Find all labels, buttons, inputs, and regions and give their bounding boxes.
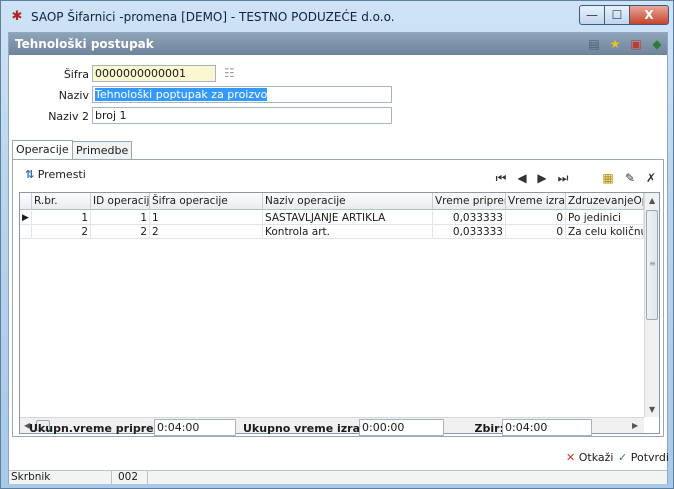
table-cell[interactable]: 2: [91, 225, 150, 239]
ukupno-pripreme-field: 0:04:00: [154, 419, 236, 436]
sifra-label: Šifra: [63, 68, 89, 81]
table-cell[interactable]: 0,033333: [433, 211, 506, 225]
form-title: Tehnološki postupak: [15, 37, 154, 51]
first-record-icon[interactable]: ⏮: [493, 170, 509, 186]
cancel-label: Otkaži: [578, 451, 614, 464]
checkmark-icon: ✓: [618, 451, 628, 464]
zbir-field: 0:04:00: [502, 419, 592, 436]
status-message: [148, 471, 667, 484]
minimize-button[interactable]: —: [579, 5, 605, 25]
layout-icon[interactable]: ▤: [586, 36, 602, 52]
cancel-x-icon: ✕: [566, 451, 576, 464]
row-indicator-header: [20, 193, 32, 209]
naziv-selected-text: Tehnološki poptupak za proizvo: [95, 88, 268, 101]
cancel-button[interactable]: ✕ Otkaži: [566, 451, 613, 464]
status-user: Skrbnik: [9, 471, 112, 484]
table-cell[interactable]: Po jedinici: [566, 211, 644, 225]
form-header: Tehnološki postupak ▤ ★ ▣ ◆: [9, 33, 667, 55]
confirm-button[interactable]: ✓ Potvrdi: [618, 451, 669, 464]
table-row[interactable]: 2 2 2 Kontrola art. 0,033333 0 Za celu k…: [20, 225, 644, 239]
grid-header: R.br. ID operacije Šifra operacije Naziv…: [20, 193, 659, 210]
table-row[interactable]: ▶ 1 1 1 SASTAVLJANJE ARTIKLA 0,033333 0 …: [20, 211, 644, 225]
move-icon: ⇅: [25, 168, 35, 181]
row-indicator: [20, 225, 32, 239]
column-header[interactable]: ID operacije: [91, 193, 150, 209]
table-cell[interactable]: 2: [150, 225, 263, 239]
table-cell[interactable]: SASTAVLJANJE ARTIKLA: [263, 211, 433, 225]
next-record-icon[interactable]: ▶: [534, 170, 550, 186]
operations-grid: R.br. ID operacije Šifra operacije Naziv…: [19, 192, 660, 434]
last-record-icon[interactable]: ⏭: [555, 170, 571, 186]
form-client-area: Tehnološki postupak ▤ ★ ▣ ◆ Šifra 000000…: [8, 32, 669, 484]
scroll-down-icon[interactable]: ▼: [649, 405, 655, 414]
new-record-icon[interactable]: ▦: [600, 170, 616, 186]
table-cell[interactable]: 1: [150, 211, 263, 225]
table-cell[interactable]: Kontrola art.: [263, 225, 433, 239]
table-cell[interactable]: 0,033333: [433, 225, 506, 239]
vertical-scrollbar[interactable]: ▲ ≡ ▼: [644, 193, 659, 417]
premesti-button[interactable]: ⇅ Premesti: [25, 168, 86, 181]
table-cell[interactable]: 0: [506, 211, 566, 225]
edit-record-icon[interactable]: ✎: [622, 170, 638, 186]
status-bar: Skrbnik 002: [9, 470, 667, 484]
naziv2-label: Naziv 2: [48, 110, 89, 123]
sifra-input[interactable]: 0000000000001: [92, 65, 216, 82]
book-help-icon[interactable]: ◆: [649, 36, 665, 52]
scroll-grip-icon: ≡: [649, 259, 656, 268]
current-row-indicator-icon: ▶: [20, 211, 32, 225]
application-window: ✱ SAOP Šifarnici -promena [DEMO] - TESTN…: [0, 0, 674, 489]
previous-record-icon[interactable]: ◀: [514, 170, 530, 186]
naziv-label: Naziv: [58, 89, 89, 102]
ukupno-izrade-field: 0:00:00: [359, 419, 444, 436]
column-header[interactable]: R.br.: [32, 193, 91, 209]
premesti-label: Premesti: [37, 168, 86, 181]
table-cell[interactable]: 0: [506, 225, 566, 239]
tab-operacije[interactable]: Operacije: [12, 140, 73, 160]
operacije-tab-panel: ⇅ Premesti ⏮ ◀ ▶ ⏭ ▦ ✎ ✗ R.br. ID operac…: [12, 159, 664, 437]
table-cell[interactable]: 2: [32, 225, 91, 239]
export-document-icon[interactable]: ▣: [628, 36, 644, 52]
scroll-up-icon[interactable]: ▲: [649, 196, 655, 205]
table-cell[interactable]: 1: [32, 211, 91, 225]
table-cell[interactable]: Za celu količnu: [566, 225, 644, 239]
scroll-right-icon[interactable]: ▶: [632, 421, 638, 430]
title-bar[interactable]: ✱ SAOP Šifarnici -promena [DEMO] - TESTN…: [1, 1, 673, 32]
column-header[interactable]: Vreme izrade: [506, 193, 566, 209]
favorite-star-icon[interactable]: ★: [607, 36, 623, 52]
naziv2-input[interactable]: broj 1: [92, 107, 392, 124]
table-cell[interactable]: 1: [91, 211, 150, 225]
delete-record-icon[interactable]: ✗: [643, 170, 659, 186]
column-header[interactable]: Vreme pripreme: [433, 193, 506, 209]
maximize-button[interactable]: ☐: [604, 5, 630, 25]
column-header[interactable]: ZdruzevanjeOperac: [566, 193, 644, 209]
naziv-input[interactable]: Tehnološki poptupak za proizvo: [92, 86, 392, 103]
lookup-icon[interactable]: ☷: [224, 66, 235, 80]
status-code: 002: [112, 471, 148, 484]
window-title: SAOP Šifarnici -promena [DEMO] - TESTNO …: [31, 10, 395, 24]
column-header[interactable]: Naziv operacije: [263, 193, 433, 209]
close-button[interactable]: X: [629, 5, 669, 25]
tab-primedbe[interactable]: Primedbe: [72, 141, 133, 160]
saop-app-icon: ✱: [11, 9, 23, 24]
column-header[interactable]: Šifra operacije: [150, 193, 263, 209]
confirm-label: Potvrdi: [630, 451, 669, 464]
zbir-label: Zbir:: [474, 422, 504, 435]
